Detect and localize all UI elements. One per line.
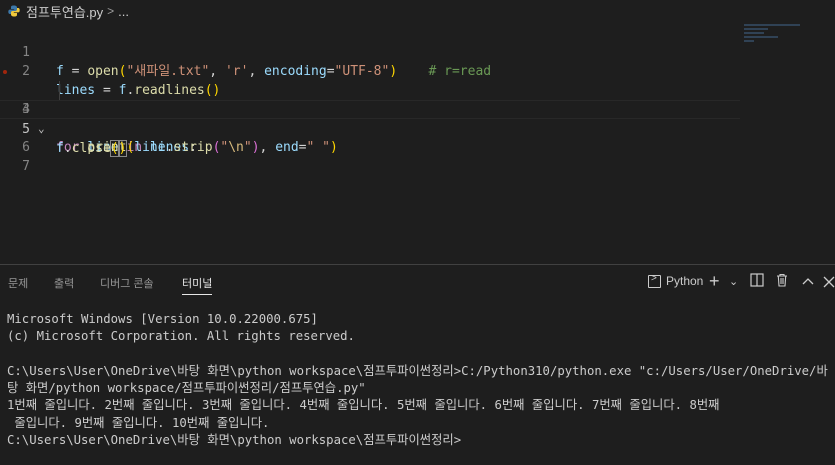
line-number: 7 [22, 159, 30, 174]
code-line: 1 f = open("새파일.txt", 'r', encoding="UTF… [0, 24, 835, 79]
tab-terminal[interactable]: 터미널 [182, 275, 213, 295]
terminal-line: 탕 화면/python workspace/점프투파이썬정리/점프투연습.py" [7, 381, 366, 396]
new-terminal-icon[interactable]: + [709, 270, 720, 292]
code-line: 2 lines = f.readlines() [0, 43, 835, 98]
tab-problems[interactable]: 문제 [8, 275, 28, 291]
terminal-line: (c) Microsoft Corporation. All rights re… [7, 329, 355, 344]
close-panel-icon[interactable] [823, 273, 835, 295]
code-line: 6 [0, 119, 835, 155]
breadcrumb-file[interactable]: 점프투연습.py [26, 2, 103, 21]
terminal-line: Microsoft Windows [Version 10.0.22000.67… [7, 312, 318, 326]
minimap[interactable] [744, 24, 804, 54]
code-editor[interactable]: 1 f = open("새파일.txt", 'r', encoding="UTF… [0, 24, 835, 262]
chevron-right-icon: > [107, 4, 115, 18]
terminal-line: C:\Users\User\OneDrive\바탕 화면\python work… [7, 363, 828, 378]
terminal-line: 1번째 줄입니다. 2번째 줄입니다. 3번째 줄입니다. 4번째 줄입니다. … [7, 398, 720, 413]
python-file-icon [8, 5, 20, 17]
terminal-line: 줄입니다. 9번째 줄입니다. 10번째 줄입니다. [7, 415, 270, 430]
breadcrumb: 점프투연습.py > ... [0, 0, 835, 22]
split-terminal-icon[interactable] [750, 272, 764, 294]
trash-icon[interactable] [775, 272, 789, 294]
code-line: 7 [0, 138, 835, 174]
code-line-current: 5 f.close() [0, 100, 740, 157]
terminal-name[interactable]: Python [666, 274, 703, 288]
breakpoint-marker [3, 70, 7, 74]
code-line: 3 ⌄ for line in lines: [0, 62, 835, 155]
indent-guide [59, 81, 60, 100]
code-line: 4 print(line.strip("\n"), end=" ") [0, 81, 835, 155]
breadcrumb-ellipsis[interactable]: ... [118, 4, 129, 19]
maximize-panel-icon[interactable] [802, 273, 814, 295]
tab-output[interactable]: 출력 [54, 275, 74, 291]
terminal-prompt: C:\Users\User\OneDrive\바탕 화면\python work… [7, 433, 462, 448]
chevron-down-icon[interactable]: ⌄ [729, 271, 738, 293]
tab-debug-console[interactable]: 디버그 콘솔 [100, 275, 154, 291]
terminal-icon[interactable] [648, 273, 661, 288]
terminal-output[interactable]: Microsoft Windows [Version 10.0.22000.67… [7, 311, 835, 449]
